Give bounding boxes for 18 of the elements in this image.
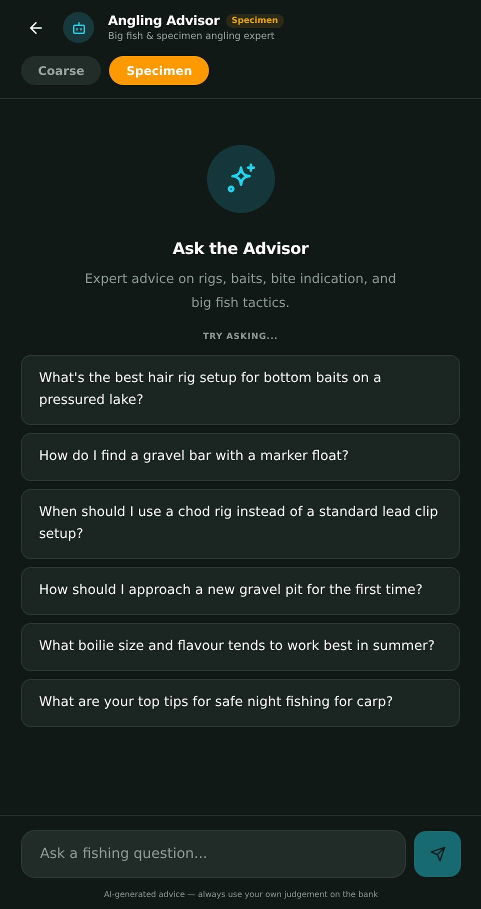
suggestion-card[interactable]: What boilie size and flavour tends to work best in summer? [21, 623, 460, 671]
suggestion-card[interactable]: When should I use a chod rig instead of a standard lead clip setup? [21, 489, 460, 559]
app-title: Angling Advisor [108, 14, 220, 28]
intro-title: Ask the Advisor [172, 239, 308, 258]
question-field[interactable]: Ask a fishing question... [21, 830, 406, 878]
send-icon [430, 846, 446, 862]
mode-tab[interactable]: Coarse [21, 56, 102, 85]
suggestion-card[interactable]: How should I approach a new gravel pit for the first time? [21, 567, 460, 615]
suggestions-heading: TRY ASKING... [202, 332, 278, 342]
suggestion-card[interactable]: What's the best hair rig setup for bottom baits on a pressured lake? [21, 355, 460, 425]
disclaimer-text: AI-generated advice — always use your own judgement on the bank [104, 890, 378, 899]
suggestion-card[interactable]: What are your top tips for safe night fishing for carp? [21, 679, 460, 727]
bot-avatar-icon [63, 12, 94, 43]
send-button[interactable] [414, 831, 461, 877]
app-subtitle: Big fish & specimen angling expert [108, 30, 276, 42]
suggestion-card[interactable]: How do I find a gravel bar with a marker float? [21, 433, 460, 481]
mode-badge: Specimen [226, 14, 284, 28]
intro-text: Expert advice on rigs, baits, bite indication, and big fish tactics. [84, 271, 398, 313]
